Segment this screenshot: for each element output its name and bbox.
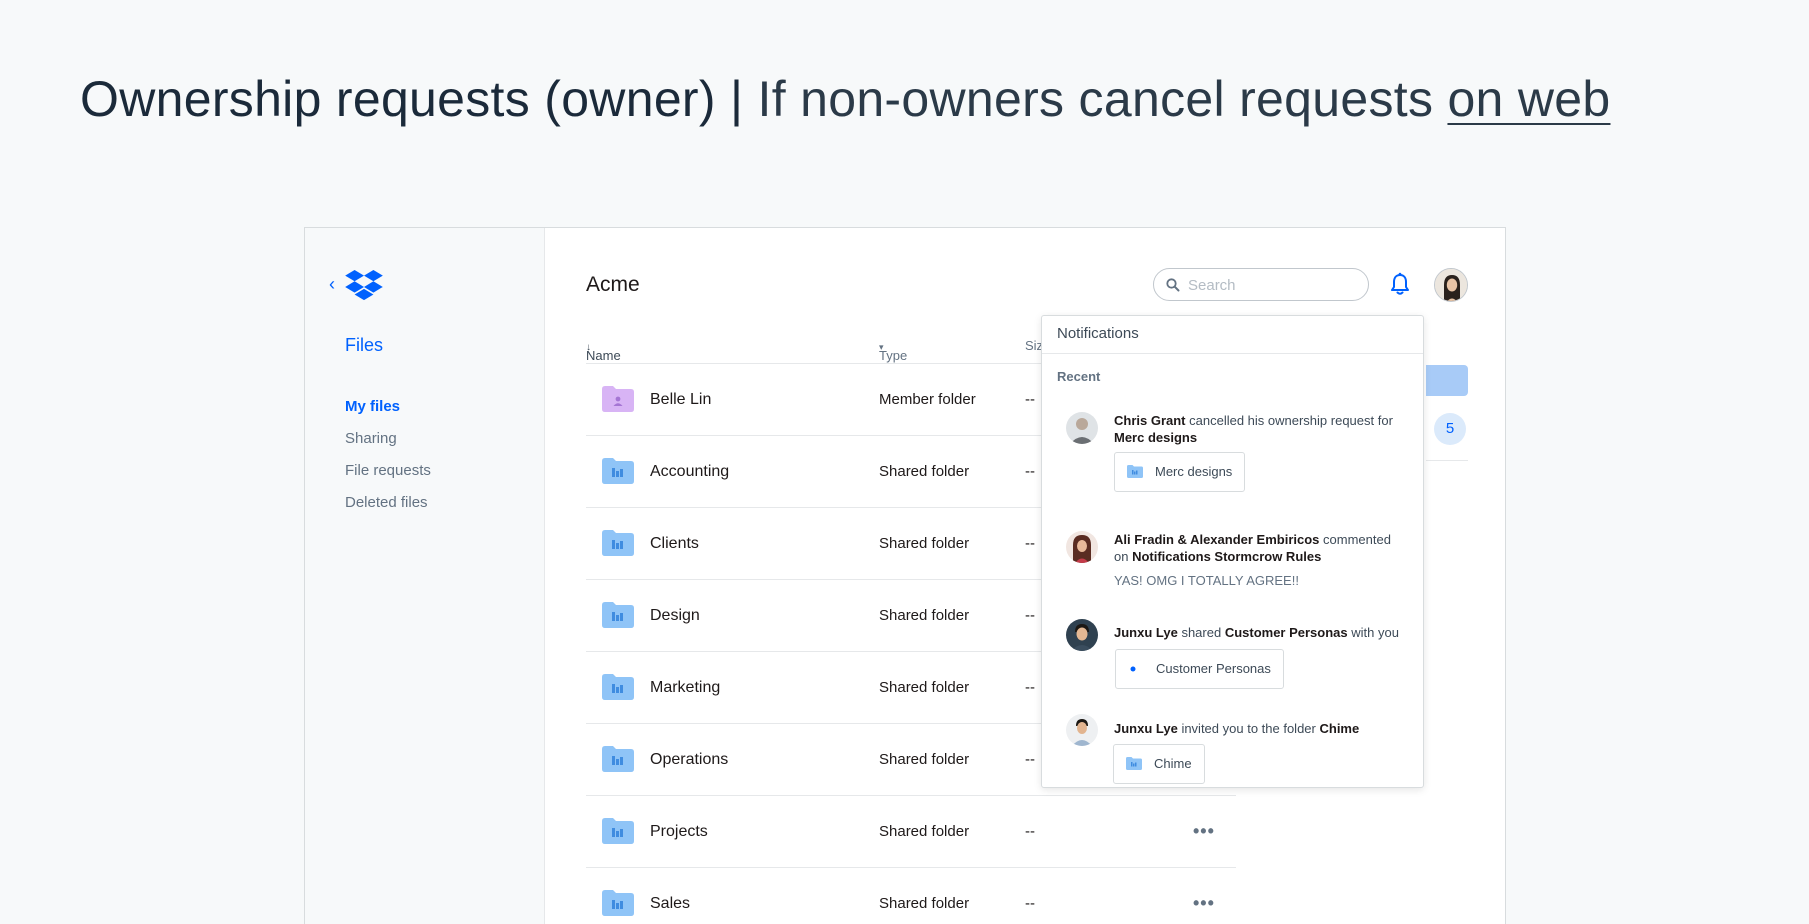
row-type: Shared folder: [879, 463, 970, 480]
search-input[interactable]: [1188, 273, 1358, 297]
column-header-type[interactable]: Type ▾: [879, 338, 907, 363]
row-name[interactable]: Projects: [650, 823, 708, 841]
search-box[interactable]: [1153, 268, 1369, 301]
dropbox-logo-icon[interactable]: [345, 270, 383, 302]
shared-folder-icon: [602, 746, 634, 772]
heading-sub: If non-owners cancel requests: [757, 71, 1434, 127]
divider: [1426, 460, 1468, 461]
row-size: --: [1025, 535, 1035, 552]
row-name[interactable]: Marketing: [650, 679, 720, 697]
file-chip-merc-designs[interactable]: Merc designs: [1114, 452, 1246, 492]
page-title: Ownership requests (owner) | If non-owne…: [80, 70, 1610, 128]
sidebar-section-files[interactable]: Files: [345, 335, 383, 356]
notification-text: Junxu Lye shared Customer Personas with …: [1114, 625, 1399, 640]
sidebar: ‹ Files My files Sharing File requests D…: [305, 228, 545, 924]
row-type: Shared folder: [879, 607, 970, 624]
shared-folder-icon: [602, 890, 634, 916]
shared-folder-icon: [1126, 757, 1142, 770]
shared-folder-icon: [602, 530, 634, 556]
table-row[interactable]: Projects Shared folder -- •••: [586, 796, 1236, 868]
member-folder-icon: [602, 386, 634, 412]
row-type: Shared folder: [879, 751, 970, 768]
row-name[interactable]: Accounting: [650, 463, 729, 481]
breadcrumb[interactable]: Acme: [586, 273, 640, 297]
shared-folder-icon: [602, 818, 634, 844]
more-options-icon[interactable]: •••: [1193, 893, 1215, 914]
shared-folder-icon: [602, 602, 634, 628]
bell-icon[interactable]: [1389, 272, 1411, 296]
primary-action-button[interactable]: [1426, 365, 1468, 396]
row-size: --: [1025, 823, 1035, 840]
row-size: --: [1025, 607, 1035, 624]
paper-doc-icon: [1130, 666, 1136, 672]
table-row[interactable]: Sales Shared folder -- •••: [586, 868, 1236, 924]
sidebar-nav: My files Sharing File requests Deleted f…: [345, 396, 431, 524]
more-options-icon[interactable]: •••: [1193, 821, 1215, 842]
row-type: Member folder: [879, 391, 976, 408]
row-type: Shared folder: [879, 823, 970, 840]
row-name[interactable]: Clients: [650, 535, 699, 553]
search-icon: [1166, 278, 1180, 292]
shared-folder-icon: [1127, 465, 1143, 478]
avatar-chris-grant: [1066, 412, 1098, 444]
row-name[interactable]: Sales: [650, 895, 690, 913]
sidebar-item-file-requests[interactable]: File requests: [345, 460, 431, 492]
column-header-name[interactable]: Name ↓: [586, 338, 621, 363]
file-chip-chime[interactable]: Chime: [1113, 744, 1205, 784]
notifications-panel: Notifications Recent Chris Grant cancell…: [1041, 315, 1424, 788]
heading-main: Ownership requests (owner): [80, 71, 716, 127]
member-count-badge[interactable]: 5: [1434, 413, 1466, 445]
sidebar-item-deleted-files[interactable]: Deleted files: [345, 492, 431, 524]
file-chip-customer-personas[interactable]: Customer Personas: [1115, 649, 1284, 689]
row-name[interactable]: Operations: [650, 751, 728, 769]
notification-text: Ali Fradin & Alexander Embiricos comment…: [1114, 532, 1391, 564]
row-size: --: [1025, 895, 1035, 912]
row-size: --: [1025, 751, 1035, 768]
sidebar-item-sharing[interactable]: Sharing: [345, 428, 431, 460]
back-chevron-icon[interactable]: ‹: [329, 274, 335, 295]
notification-text: Junxu Lye invited you to the folder Chim…: [1114, 721, 1360, 736]
shared-folder-icon: [602, 674, 634, 700]
heading-link[interactable]: on web: [1447, 71, 1610, 127]
user-avatar-image: [1435, 269, 1467, 301]
sidebar-item-my-files[interactable]: My files: [345, 396, 431, 428]
row-name[interactable]: Belle Lin: [650, 391, 711, 409]
avatar-junxu-lye: [1066, 619, 1098, 651]
row-size: --: [1025, 391, 1035, 408]
notification-text: Chris Grant cancelled his ownership requ…: [1114, 413, 1393, 445]
user-avatar[interactable]: [1434, 268, 1468, 302]
notifications-title: Notifications: [1042, 316, 1423, 354]
comment-quote: YAS! OMG I TOTALLY AGREE!!: [1114, 573, 1299, 588]
row-name[interactable]: Design: [650, 607, 700, 625]
notifications-section-recent: Recent: [1057, 369, 1101, 384]
row-type: Shared folder: [879, 895, 970, 912]
row-size: --: [1025, 463, 1035, 480]
shared-folder-icon: [602, 458, 634, 484]
row-type: Shared folder: [879, 535, 970, 552]
avatar-ali-fradin: [1066, 531, 1098, 563]
row-type: Shared folder: [879, 679, 970, 696]
heading-separator: |: [730, 71, 744, 127]
avatar-junxu-lye-2: [1066, 714, 1098, 746]
row-size: --: [1025, 679, 1035, 696]
